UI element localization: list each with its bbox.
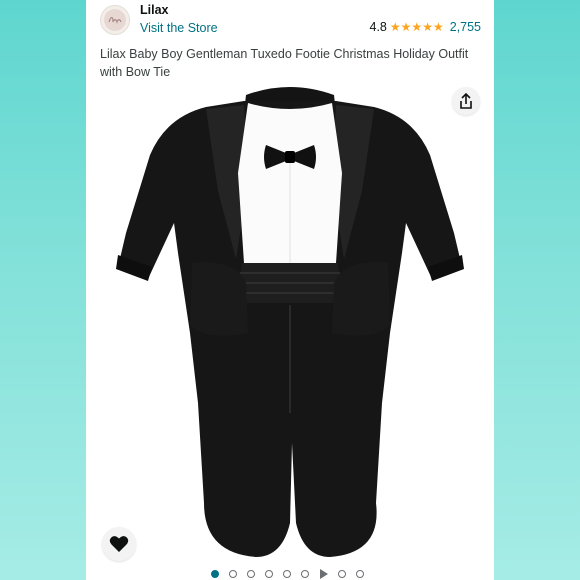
carousel-dot[interactable] <box>265 570 273 578</box>
heart-icon <box>109 536 129 552</box>
carousel-dot[interactable] <box>301 570 309 578</box>
star-icon: ★ <box>389 20 401 34</box>
brand-name[interactable]: Lilax <box>140 3 169 17</box>
logo-script-icon <box>108 16 122 24</box>
share-button[interactable] <box>452 87 480 115</box>
carousel-dot[interactable] <box>247 570 255 578</box>
store-header: Lilax Visit the Store 4.8 ★ ★ ★ ★ ★ 2,75… <box>86 0 494 40</box>
lilax-logo-icon <box>104 9 126 31</box>
star-icon: ★ <box>400 20 412 34</box>
video-play-icon[interactable] <box>320 569 328 579</box>
carousel-dot[interactable] <box>338 570 346 578</box>
wishlist-button[interactable] <box>102 527 136 561</box>
share-icon <box>460 92 472 109</box>
tuxedo-footie-image <box>116 87 464 557</box>
store-logo[interactable] <box>100 5 130 35</box>
product-card: Lilax Visit the Store 4.8 ★ ★ ★ ★ ★ 2,75… <box>86 0 494 580</box>
star-icon: ★ <box>411 20 423 34</box>
carousel-dot[interactable] <box>283 570 291 578</box>
rating-value: 4.8 <box>369 20 387 34</box>
left-jacket-flap <box>190 262 248 336</box>
visit-store-link[interactable]: Visit the Store <box>140 21 218 35</box>
star-rating: ★ ★ ★ ★ ★ <box>390 20 444 34</box>
product-title: Lilax Baby Boy Gentleman Tuxedo Footie C… <box>100 47 469 79</box>
carousel-dot[interactable] <box>211 570 219 578</box>
carousel-dot[interactable] <box>356 570 364 578</box>
carousel-indicators <box>211 568 374 580</box>
rating-summary[interactable]: 4.8 ★ ★ ★ ★ ★ 2,755 <box>370 20 482 34</box>
product-image-area[interactable] <box>86 83 494 567</box>
right-jacket-flap <box>332 262 390 336</box>
carousel-dot[interactable] <box>229 570 237 578</box>
star-icon: ★ <box>422 20 433 34</box>
star-icon: ★ <box>432 20 444 34</box>
bow-tie-knot <box>285 151 295 163</box>
review-count[interactable]: 2,755 <box>450 20 481 34</box>
